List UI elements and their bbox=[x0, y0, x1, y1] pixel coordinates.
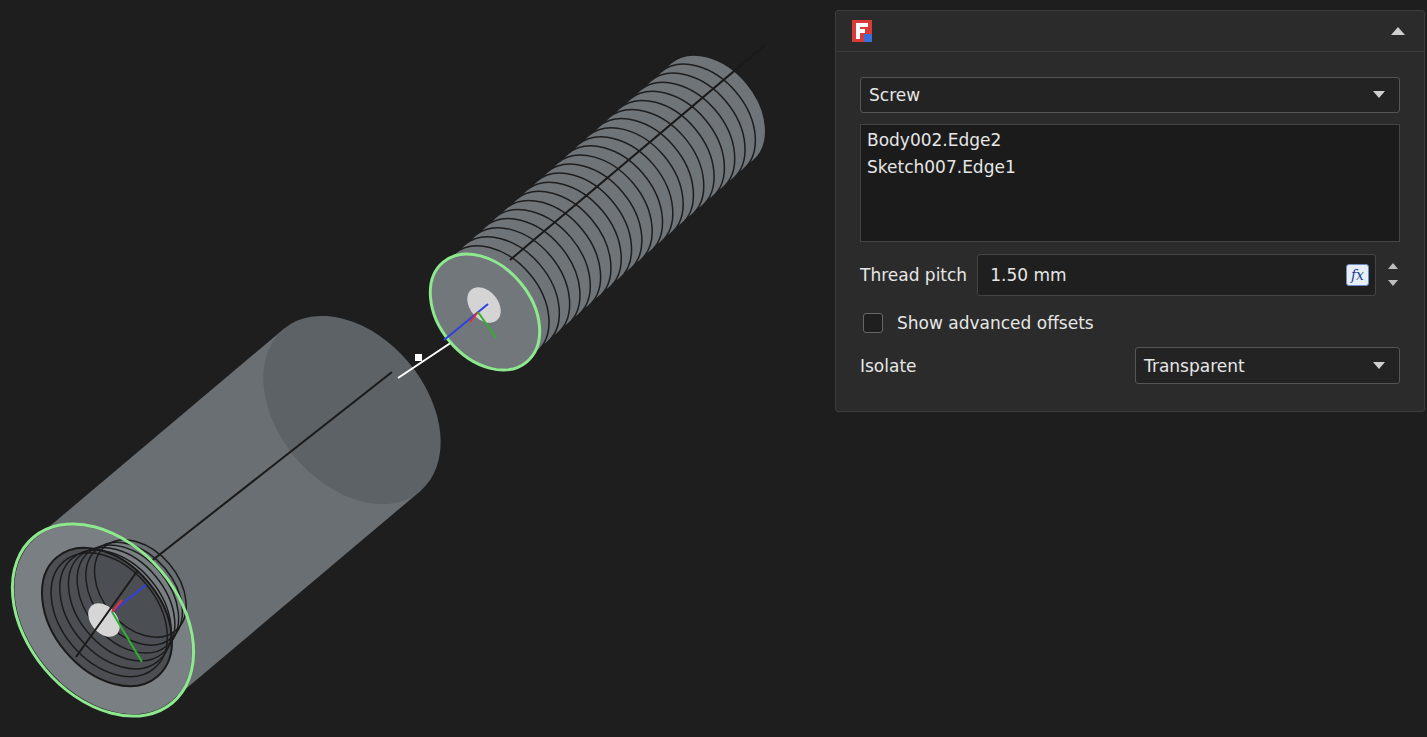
formula-button[interactable]: fx bbox=[1346, 264, 1369, 286]
collapse-arrow-icon[interactable] bbox=[1390, 26, 1406, 36]
isolate-label: Isolate bbox=[860, 356, 917, 376]
selected-edge-ring[interactable] bbox=[0, 488, 231, 737]
isolate-dropdown[interactable]: Transparent bbox=[1135, 347, 1400, 384]
thread-pitch-label: Thread pitch bbox=[860, 265, 967, 285]
thread-pitch-field[interactable]: 1.50 mmfx bbox=[977, 254, 1376, 296]
spin-buttons[interactable] bbox=[1386, 263, 1400, 287]
spin-down-icon[interactable] bbox=[1388, 280, 1398, 287]
nut-model[interactable] bbox=[0, 281, 477, 737]
selected-edge-ring[interactable] bbox=[408, 233, 562, 392]
isolate-row: Isolate Transparent bbox=[860, 347, 1400, 384]
freecad-window: Screw Body002.Edge2Sketch007.Edge1 Thread … bbox=[0, 0, 1427, 737]
advanced-offsets-row[interactable]: Show advanced offsets bbox=[860, 313, 1400, 333]
freecad-logo-icon bbox=[850, 18, 874, 44]
reference-item[interactable]: Sketch007.Edge1 bbox=[867, 154, 1393, 181]
dropdown-arrow-icon bbox=[1373, 362, 1385, 370]
panel-header bbox=[836, 11, 1424, 52]
reference-item[interactable]: Body002.Edge2 bbox=[867, 127, 1393, 154]
screw-model[interactable] bbox=[408, 34, 788, 391]
advanced-offsets-checkbox[interactable] bbox=[863, 313, 883, 333]
dropdown-arrow-icon bbox=[1373, 91, 1385, 99]
task-panel: Screw Body002.Edge2Sketch007.Edge1 Thread … bbox=[835, 10, 1425, 412]
type-dropdown[interactable]: Screw bbox=[860, 77, 1400, 113]
reference-list[interactable]: Body002.Edge2Sketch007.Edge1 bbox=[860, 124, 1400, 242]
thread-pitch-row: Thread pitch 1.50 mmfx bbox=[860, 254, 1400, 296]
spin-up-icon[interactable] bbox=[1388, 263, 1398, 270]
